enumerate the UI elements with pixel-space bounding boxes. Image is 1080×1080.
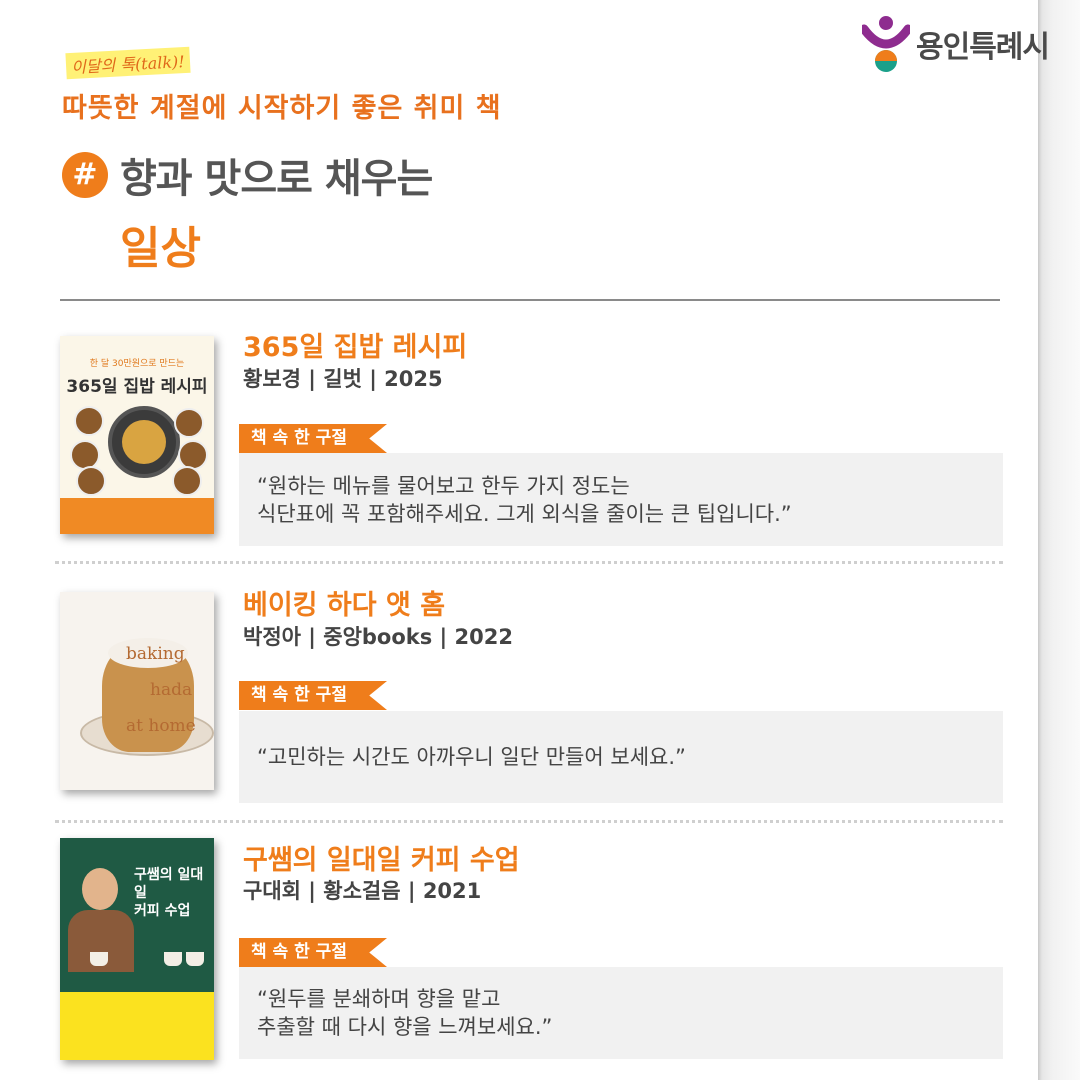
quote-line: “고민하는 시간도 아까우니 일단 만들어 보세요.” <box>257 745 686 769</box>
person-illustration <box>82 868 118 910</box>
cover-title-line: 구쌤의 일대일 <box>134 867 204 901</box>
dish-illustration <box>74 406 104 436</box>
quote-line: 식단표에 꼭 포함해주세요. 그게 외식을 줄이는 큰 팁입니다.” <box>257 501 792 526</box>
brand-name: 용인특례시 <box>916 30 1050 65</box>
cover-title-line: 커피 수업 <box>134 903 191 919</box>
cover-word: at home <box>126 716 196 736</box>
quote-box: “고민하는 시간도 아까우니 일단 만들어 보세요.” <box>239 711 1003 803</box>
headline-line1: 향과 맛으로 채우는 <box>120 156 433 202</box>
pot-illustration <box>108 406 180 478</box>
book-title: 구쌤의 일대일 커피 수업 <box>243 845 520 876</box>
cover-word: baking <box>126 644 185 664</box>
cup-illustration <box>164 952 182 966</box>
subtitle: 따뜻한 계절에 시작하기 좋은 취미 책 <box>62 93 502 124</box>
cover-title: 구쌤의 일대일 커피 수업 <box>134 866 214 920</box>
cover-word: hada <box>150 680 193 700</box>
dish-illustration <box>174 408 204 438</box>
dish-illustration <box>172 466 202 496</box>
book-meta: 구대회 | 황소걸음 | 2021 <box>243 879 482 903</box>
book-meta: 박정아 | 중앙books | 2022 <box>243 625 513 649</box>
book-cover-1: 한 달 30만원으로 만드는 365일 집밥 레시피 <box>60 336 214 534</box>
cover-band <box>60 498 214 534</box>
dish-illustration <box>70 440 100 470</box>
brand-mark-icon <box>859 15 913 73</box>
quote-tag: 책 속 한 구절 <box>239 424 387 453</box>
hash-badge: # <box>62 152 108 198</box>
dotted-separator <box>55 820 1003 823</box>
quote-box: “원하는 메뉴를 물어보고 한두 가지 정도는 식단표에 꼭 포함해주세요. 그… <box>239 453 1003 546</box>
book-title: 베이킹 하다 앳 홈 <box>243 590 446 621</box>
book-title: 365일 집밥 레시피 <box>243 332 468 363</box>
cover-subtitle: 한 달 30만원으로 만드는 <box>89 359 185 369</box>
quote-line: “원두를 분쇄하며 향을 맡고 <box>257 987 501 1011</box>
cup-illustration <box>90 952 108 966</box>
cover-band <box>60 992 214 1060</box>
divider <box>60 299 1000 301</box>
dish-illustration <box>76 466 106 496</box>
cup-illustration <box>186 952 204 966</box>
headline-line2: 일상 <box>120 223 201 274</box>
quote-box: “원두를 분쇄하며 향을 맡고 추출할 때 다시 향을 느껴보세요.” <box>239 967 1003 1059</box>
brand-logo: 용인특례시 <box>859 15 1050 73</box>
book-cover-2: baking hada at home <box>60 592 214 790</box>
quote-tag: 책 속 한 구절 <box>239 681 387 710</box>
kicker: 이달의 톡(talk)! <box>65 46 191 80</box>
page-edge <box>1038 0 1080 1080</box>
quote-line: “원하는 메뉴를 물어보고 한두 가지 정도는 <box>257 473 630 498</box>
quote-line: 추출할 때 다시 향을 느껴보세요.” <box>257 1015 553 1039</box>
book-meta: 황보경 | 길벗 | 2025 <box>243 367 443 391</box>
quote-tag: 책 속 한 구절 <box>239 938 387 967</box>
book-cover-3: 구쌤의 일대일 커피 수업 <box>60 838 214 1060</box>
cover-title: 365일 집밥 레시피 <box>66 377 208 397</box>
dotted-separator <box>55 561 1003 564</box>
